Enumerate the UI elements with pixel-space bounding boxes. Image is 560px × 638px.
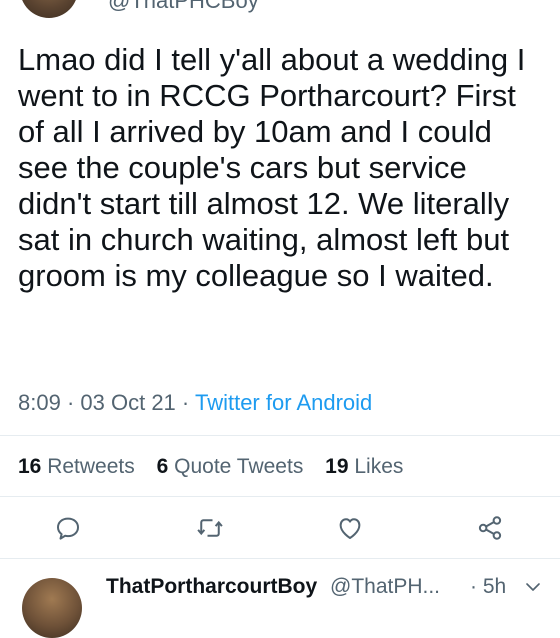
tweet-meta: 8:09 · 03 Oct 21 · Twitter for Android — [18, 390, 372, 416]
quotes-label: Quote Tweets — [174, 455, 304, 478]
likes-stat[interactable]: 19 Likes — [325, 455, 403, 478]
retweet-icon — [197, 519, 223, 537]
retweets-count: 16 — [18, 455, 42, 478]
like-icon — [339, 518, 361, 539]
tweet-date: 03 Oct 21 — [80, 390, 176, 415]
divider — [0, 496, 560, 497]
like-button[interactable] — [330, 508, 370, 548]
divider — [0, 558, 560, 559]
retweets-label: Retweets — [47, 455, 135, 478]
tweet-time: 8:09 — [18, 390, 61, 415]
tweet-stats: 16 Retweets 6 Quote Tweets 19 Likes — [18, 455, 419, 479]
tweet-source-link[interactable]: Twitter for Android — [195, 390, 372, 415]
reply-time: · 5h — [470, 575, 507, 598]
reply-avatar[interactable] — [22, 578, 82, 638]
likes-count: 19 — [325, 455, 349, 478]
reply-button[interactable] — [48, 508, 88, 548]
likes-label: Likes — [354, 455, 404, 478]
avatar[interactable] — [20, 0, 78, 18]
reply-icon — [57, 517, 79, 540]
reply-tweet[interactable]: ThatPortharcourtBoy @ThatPH... · 5h — [0, 560, 560, 638]
quotes-count: 6 — [156, 455, 169, 478]
retweet-button[interactable] — [190, 508, 230, 548]
divider — [0, 435, 560, 436]
share-icon — [478, 516, 502, 540]
meta-separator: · — [66, 390, 75, 415]
reply-author-handle[interactable]: @ThatPH... — [330, 575, 440, 599]
meta-separator: · — [181, 390, 190, 415]
tweet-author-handle[interactable]: @ThatPHCBoy — [108, 0, 259, 14]
quote-tweets-stat[interactable]: 6 Quote Tweets — [157, 455, 304, 478]
tweet-actions — [0, 508, 560, 550]
tweet-text: Lmao did I tell y'all about a wedding I … — [18, 42, 526, 293]
share-button[interactable] — [470, 508, 510, 548]
retweets-stat[interactable]: 16 Retweets — [18, 455, 135, 478]
chevron-down-icon[interactable] — [524, 578, 542, 596]
reply-author-name[interactable]: ThatPortharcourtBoy — [106, 575, 317, 599]
